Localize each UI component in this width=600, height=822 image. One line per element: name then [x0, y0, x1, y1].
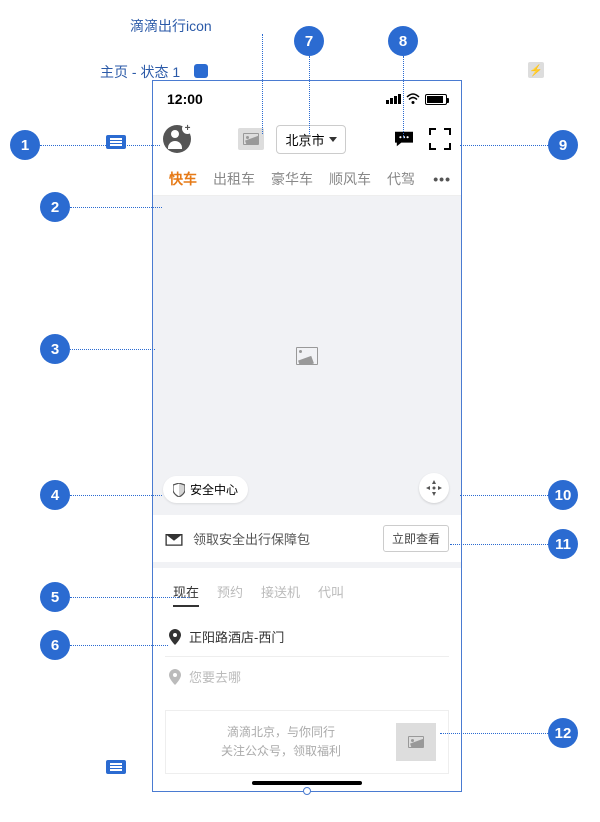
- annotation-badge-4: 4: [40, 480, 70, 510]
- app-logo-placeholder: [238, 128, 264, 150]
- annotation-badge-9: 9: [548, 130, 578, 160]
- ad-card[interactable]: 滴滴北京，与你同行 关注公众号，领取福利: [165, 710, 449, 774]
- annotation-badge-7: 7: [294, 26, 324, 56]
- move-icon: [426, 480, 442, 496]
- promo-view-button[interactable]: 立即查看: [383, 525, 449, 552]
- scan-button[interactable]: [429, 128, 451, 150]
- service-tabs: 快车 出租车 豪华车 顺风车 代驾 •••: [153, 161, 461, 195]
- tab-luxury[interactable]: 豪华车: [265, 169, 319, 189]
- annotation-badge-12: 12: [548, 718, 578, 748]
- pin-icon: [169, 669, 181, 685]
- safety-center-button[interactable]: 安全中心: [163, 476, 248, 503]
- battery-icon: [425, 94, 447, 105]
- status-icons: [386, 93, 447, 105]
- wifi-icon: [405, 93, 421, 105]
- btab-airport[interactable]: 接送机: [261, 582, 300, 607]
- tab-taxi[interactable]: 出租车: [207, 169, 261, 189]
- profile-button[interactable]: +: [163, 125, 191, 153]
- status-time: 12:00: [167, 91, 203, 107]
- more-services-button[interactable]: •••: [433, 171, 451, 187]
- pin-icon: [169, 629, 181, 645]
- resize-handle[interactable]: [303, 787, 311, 795]
- page-crumb: 主页 - 状态 1: [100, 62, 180, 82]
- tab-express[interactable]: 快车: [163, 169, 203, 189]
- image-icon: [296, 347, 318, 365]
- city-selector[interactable]: 北京市: [276, 125, 345, 154]
- booking-card: 现在 预约 接送机 代叫 正阳路酒店-西门 您要去哪: [153, 568, 461, 702]
- annotation-badge-1: 1: [10, 130, 40, 160]
- annotation-badge-2: 2: [40, 192, 70, 222]
- note-icon: [106, 135, 126, 149]
- shield-icon: [173, 483, 185, 497]
- btab-onbehalf[interactable]: 代叫: [318, 582, 344, 607]
- annotation-badge-6: 6: [40, 630, 70, 660]
- map-area[interactable]: 安全中心: [153, 195, 461, 515]
- btab-now[interactable]: 现在: [173, 582, 199, 607]
- phone-frame: 12:00 + 北京市 快车 出租车 豪华车 顺风车 代驾 •••: [152, 80, 462, 792]
- annotation-badge-10: 10: [548, 480, 578, 510]
- annotation-badge-3: 3: [40, 334, 70, 364]
- note-icon: [106, 760, 126, 774]
- signal-icon: [386, 94, 401, 104]
- image-icon: [243, 133, 259, 145]
- pickup-row[interactable]: 正阳路酒店-西门: [165, 617, 449, 656]
- lightning-icon: ⚡: [528, 62, 544, 78]
- chevron-down-icon: [329, 137, 337, 142]
- city-name: 北京市: [285, 130, 324, 149]
- promo-text: 领取安全出行保障包: [193, 529, 373, 548]
- tab-driver[interactable]: 代驾: [381, 169, 421, 189]
- locate-button[interactable]: [419, 473, 449, 503]
- annotation-icon-label: 滴滴出行icon: [130, 16, 212, 36]
- settings-gear-icon[interactable]: [194, 64, 208, 78]
- destination-placeholder: 您要去哪: [189, 667, 241, 686]
- ad-image-placeholder: [396, 723, 436, 761]
- safety-label: 安全中心: [190, 481, 238, 498]
- home-indicator: [252, 781, 362, 785]
- ad-text: 滴滴北京，与你同行 关注公众号，领取福利: [178, 723, 384, 761]
- tab-hitch[interactable]: 顺风车: [323, 169, 377, 189]
- envelope-icon: [165, 532, 183, 546]
- header-row: + 北京市: [153, 117, 461, 161]
- annotation-badge-8: 8: [388, 26, 418, 56]
- status-bar: 12:00: [153, 81, 461, 117]
- destination-row[interactable]: 您要去哪: [165, 656, 449, 696]
- image-icon: [408, 736, 424, 748]
- annotation-badge-11: 11: [548, 529, 578, 559]
- btab-reserve[interactable]: 预约: [217, 582, 243, 607]
- promo-bar: 领取安全出行保障包 立即查看: [153, 515, 461, 568]
- booking-tabs: 现在 预约 接送机 代叫: [165, 578, 449, 617]
- annotation-badge-5: 5: [40, 582, 70, 612]
- pickup-location: 正阳路酒店-西门: [189, 627, 284, 646]
